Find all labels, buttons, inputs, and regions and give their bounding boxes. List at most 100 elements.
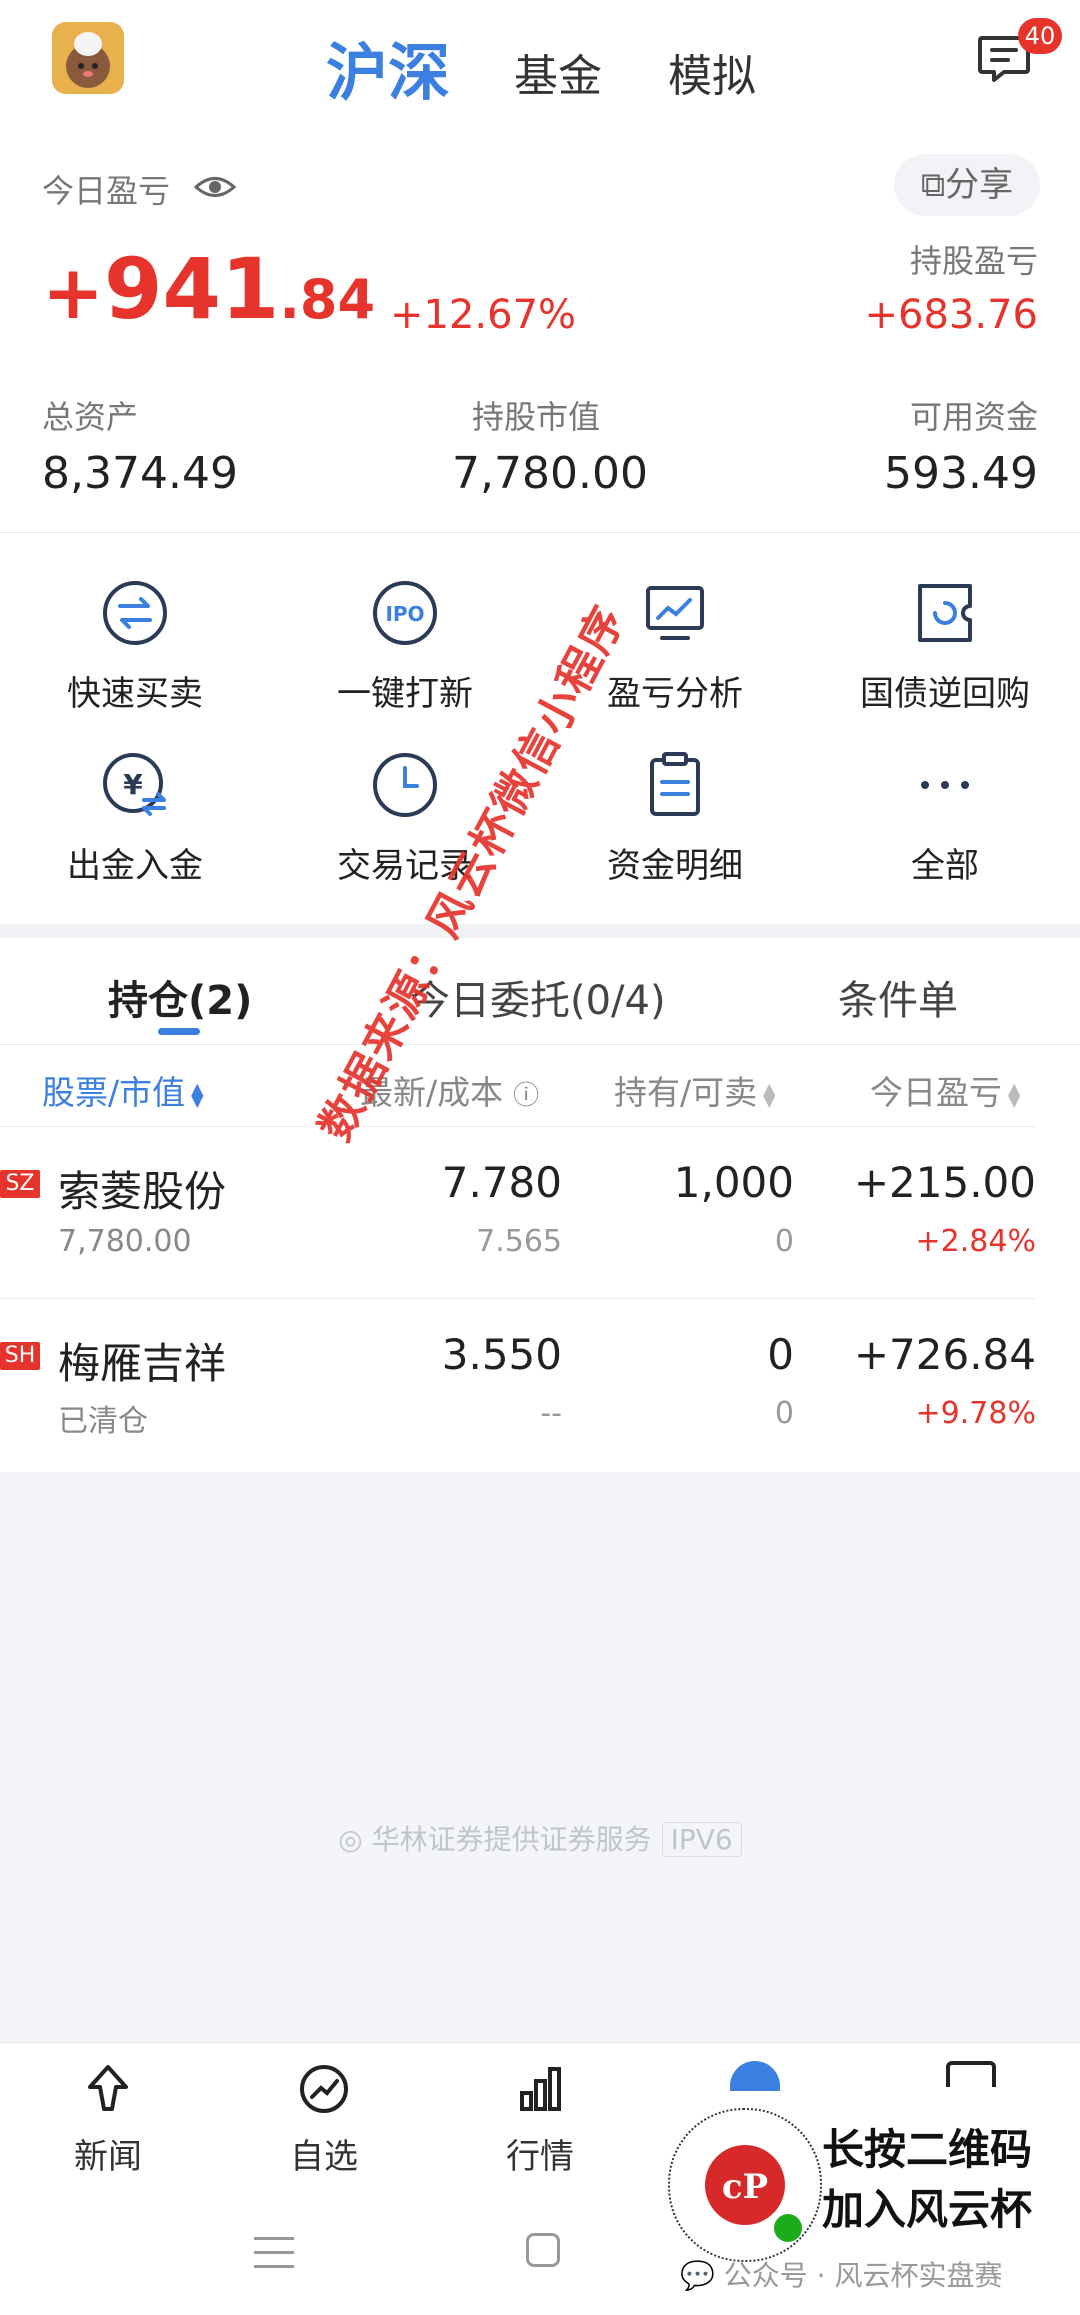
nav-news[interactable]: 新闻	[0, 2063, 216, 2178]
tab-conditional-orders[interactable]: 条件单	[838, 968, 958, 1026]
latest-price: 3.550	[441, 1330, 562, 1379]
today-pl-label: 今日盈亏	[42, 172, 171, 210]
sort-icon: ▲ ▼	[1008, 1078, 1021, 1110]
grid-ipo[interactable]: IPO 一键打新	[270, 578, 540, 715]
nav-watchlist[interactable]: 自选	[216, 2063, 432, 2178]
news-icon	[88, 2065, 128, 2111]
today-pl-sign: +	[42, 250, 105, 336]
nav-label: 自选	[290, 2137, 358, 2177]
grid-label: 快速买卖	[67, 674, 203, 714]
message-badge: 40	[1018, 18, 1062, 54]
share-button[interactable]: ⧉分享	[894, 154, 1040, 216]
broker-note: ◎ 华林证券提供证券服务 IPV6	[0, 1818, 1080, 1858]
tab-hushen[interactable]: 沪深	[326, 22, 450, 112]
grid-all[interactable]: 全部	[810, 750, 1080, 887]
share-label: 分享	[945, 165, 1014, 205]
col-header-today-pl[interactable]: 今日盈亏 ▲ ▼	[870, 1066, 1022, 1114]
divider	[0, 1126, 1036, 1127]
eye-icon[interactable]	[194, 172, 236, 202]
latest-price: 7.780	[441, 1158, 562, 1207]
grid-quick-trade[interactable]: 快速买卖	[0, 578, 270, 715]
svg-text:cP: cP	[722, 2167, 768, 2207]
today-pl: +215.00	[853, 1158, 1036, 1207]
col-header-hold-sell[interactable]: 持有/可卖 ▲ ▼	[614, 1066, 777, 1114]
sort-icon: ▲ ▼	[763, 1078, 776, 1110]
tab-simulate[interactable]: 模拟	[668, 40, 756, 104]
hold-qty: 0	[767, 1330, 794, 1379]
svg-text:IPO: IPO	[385, 602, 424, 626]
wechat-account: 💬 公众号 · 风云杯实盘赛	[680, 2254, 1002, 2294]
today-pl-pct: +2.84%	[915, 1224, 1036, 1259]
ipv6-tag: IPV6	[661, 1822, 742, 1857]
col-header-label: 股票/市值	[42, 1073, 186, 1112]
nav-label: 新闻	[74, 2137, 142, 2177]
sellable-qty: 0	[774, 1224, 794, 1259]
total-assets-label: 总资产	[42, 398, 139, 436]
cost-price: 7.565	[476, 1224, 562, 1259]
hold-qty: 1,000	[673, 1158, 794, 1207]
grid-label: 出金入金	[67, 846, 203, 886]
grid-bond-repo[interactable]: 国债逆回购	[810, 578, 1080, 715]
wechat-account-text: 公众号 · 风云杯实盘赛	[723, 2259, 1003, 2292]
qr-code[interactable]: cP	[668, 2108, 822, 2262]
sellable-qty: 0	[774, 1396, 794, 1431]
menu-icon[interactable]	[254, 2233, 294, 2269]
divider	[0, 1298, 1036, 1299]
promo-line-1: 长按二维码	[822, 2125, 1033, 2174]
available-value: 593.49	[884, 448, 1038, 499]
section-band	[0, 924, 1080, 938]
market-tag: SH	[0, 1342, 40, 1370]
chart-monitor-icon	[646, 586, 704, 640]
grid-deposit-withdraw[interactable]: ¥ 出金入金	[0, 750, 270, 887]
total-assets-value: 8,374.49	[42, 448, 238, 499]
holding-pl-label: 持股盈亏	[909, 242, 1038, 280]
stock-name: 索菱股份	[58, 1167, 227, 1216]
col-header-stock[interactable]: 股票/市值 ▲ ▼	[42, 1066, 205, 1114]
col-header-label: 今日盈亏	[870, 1073, 1002, 1112]
tab-positions[interactable]: 持仓(2)	[108, 968, 252, 1026]
today-pl-pct: +9.78%	[915, 1396, 1036, 1431]
empty-area	[0, 1472, 1080, 2042]
stock-name: 梅雁吉祥	[58, 1339, 227, 1388]
promo-line-2: 加入风云杯	[822, 2185, 1033, 2234]
more-dots-icon	[921, 781, 969, 789]
clipboard-icon	[650, 752, 700, 816]
table-row[interactable]: SZ 索菱股份 7,780.00 7.780 7.565 1,000 0 +21…	[0, 1128, 1036, 1296]
ipo-icon: IPO	[373, 581, 437, 645]
available-label: 可用资金	[909, 398, 1038, 436]
col-header-label: 持有/可卖	[614, 1073, 758, 1112]
avatar[interactable]	[52, 22, 124, 94]
bond-repo-icon	[918, 584, 972, 642]
info-icon: ⓘ	[513, 1081, 540, 1111]
grid-fund-details[interactable]: 资金明细	[540, 750, 810, 887]
today-pl-value: +941.84	[42, 240, 375, 338]
nav-trade-icon[interactable]	[730, 2061, 780, 2091]
wechat-icon: 💬	[680, 2259, 715, 2292]
market-tag: SZ	[0, 1170, 40, 1198]
broker-note-text: 华林证券提供证券服务	[371, 1823, 652, 1856]
home-icon[interactable]	[526, 2233, 560, 2267]
holding-pl-value: +683.76	[864, 292, 1038, 338]
watchlist-icon	[300, 2065, 348, 2113]
broker-icon: ◎	[338, 1823, 363, 1856]
table-row[interactable]: SH 梅雁吉祥 已清仓 3.550 -- 0 0 +726.84 +9.78%	[0, 1300, 1036, 1470]
sort-icon: ▲ ▼	[191, 1078, 204, 1110]
swap-arrows-icon	[103, 581, 167, 645]
nav-mine-icon[interactable]	[946, 2061, 996, 2087]
today-pl-int: 941	[104, 240, 280, 338]
stock-status: 已清仓	[58, 1404, 148, 1439]
avatar-image	[52, 22, 124, 94]
yuan-transfer-icon: ¥	[103, 753, 166, 816]
grid-label: 全部	[911, 846, 979, 886]
divider	[0, 532, 1080, 533]
qr-logo-icon: cP	[705, 2145, 802, 2242]
nav-market[interactable]: 行情	[432, 2063, 648, 2178]
active-tab-indicator	[158, 1028, 200, 1035]
today-pl-pct: +12.67%	[390, 292, 577, 338]
cost-price: --	[540, 1396, 562, 1431]
market-value-value: 7,780.00	[452, 448, 648, 499]
today-pl-dec: .84	[279, 268, 376, 331]
tab-fund[interactable]: 基金	[514, 40, 602, 104]
share-icon: ⧉	[920, 165, 946, 205]
today-pl: +726.84	[853, 1330, 1036, 1379]
